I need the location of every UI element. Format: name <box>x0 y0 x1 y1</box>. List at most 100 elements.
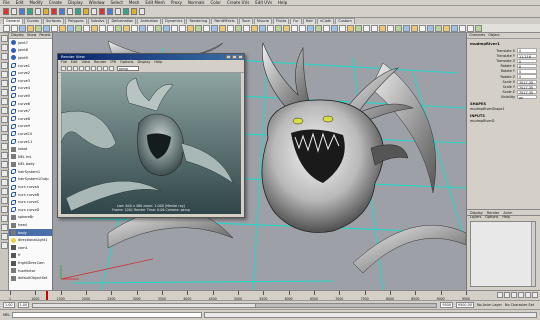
shelf-tool-icon[interactable] <box>331 24 338 32</box>
select-deform-button[interactable] <box>83 8 89 15</box>
outliner-item[interactable]: curve7 <box>9 107 52 115</box>
history-button[interactable] <box>115 8 121 15</box>
shelf-tool-icon[interactable] <box>299 24 306 32</box>
tool-icon[interactable] <box>1 116 8 123</box>
menu-color[interactable]: Color <box>211 0 221 5</box>
channel-value[interactable]: 7017.35 <box>517 84 537 90</box>
render-menu-help[interactable]: Help <box>154 60 162 65</box>
end-time-field[interactable]: 9500.00 <box>455 302 474 308</box>
tool-icon[interactable] <box>1 62 8 69</box>
channel-menu-channels[interactable]: Channels <box>469 33 485 38</box>
tool-icon[interactable] <box>1 125 8 132</box>
remove-image-icon[interactable] <box>109 66 114 71</box>
shelf-tool-icon[interactable] <box>371 24 378 32</box>
tool-icon[interactable] <box>1 233 8 240</box>
shelf-tool-icon[interactable] <box>235 24 242 32</box>
tool-icon[interactable] <box>1 80 8 87</box>
render-menu-options[interactable]: Options <box>120 60 134 65</box>
outliner-item[interactable]: curve5 <box>9 92 52 100</box>
shelf-tool-icon[interactable] <box>435 24 442 32</box>
outliner-item[interactable]: curve6 <box>9 100 52 108</box>
layer-menu-options[interactable]: Options <box>485 215 498 220</box>
outliner-item[interactable]: body <box>9 228 52 237</box>
shelf-tool-icon[interactable] <box>3 24 10 32</box>
channel-value[interactable]: 0 <box>517 58 537 64</box>
anim-layer-label[interactable]: No Anim Layer <box>477 303 502 307</box>
shelf-tool-icon[interactable] <box>243 24 250 32</box>
shelf-tool-icon[interactable] <box>227 24 234 32</box>
tool-icon[interactable] <box>1 134 8 141</box>
render-menu-display[interactable]: Display <box>138 60 151 65</box>
save-scene-button[interactable] <box>19 8 25 15</box>
shelf-tool-icon[interactable] <box>347 24 354 32</box>
command-input[interactable] <box>12 312 203 318</box>
shelf-tool-icon[interactable] <box>355 24 362 32</box>
new-scene-button[interactable] <box>3 8 9 15</box>
outliner-item[interactable]: joint9 <box>9 54 52 62</box>
render-menu-ipr[interactable]: IPR <box>110 60 116 65</box>
tool-icon[interactable] <box>1 71 8 78</box>
shelf-tool-icon[interactable] <box>259 24 266 32</box>
tool-icon[interactable] <box>1 215 8 222</box>
render-frame-button[interactable] <box>123 8 129 15</box>
shelf-tool-icon[interactable] <box>123 24 130 32</box>
render-region-icon[interactable] <box>73 66 78 71</box>
shelf-tool-icon[interactable] <box>363 24 370 32</box>
play-back-icon[interactable] <box>511 292 517 298</box>
shelf-tool-icon[interactable] <box>475 24 482 32</box>
redo-render-icon[interactable] <box>61 66 66 71</box>
menu-select[interactable]: Select <box>111 0 123 5</box>
outliner-item[interactable]: joint7 <box>9 39 52 47</box>
outliner-item[interactable]: curve2 <box>9 69 52 77</box>
outliner-item[interactable]: nurs curveB <box>9 191 52 199</box>
outliner-item[interactable]: curve9 <box>9 123 52 131</box>
shelf-tool-icon[interactable] <box>387 24 394 32</box>
shelf-tool-icon[interactable] <box>83 24 90 32</box>
shelf-tool-icon[interactable] <box>67 24 74 32</box>
render-view-window[interactable]: Render View File Edit View Render IPR Options… <box>57 53 245 218</box>
shelf-tool-icon[interactable] <box>411 24 418 32</box>
shelf-tool-icon[interactable] <box>339 24 346 32</box>
menu-edit[interactable]: Edit <box>16 0 24 5</box>
outliner-item[interactable]: hairSystem1Outp <box>9 176 52 184</box>
tool-icon[interactable] <box>1 179 8 186</box>
shelf-tool-icon[interactable] <box>291 24 298 32</box>
tool-icon[interactable] <box>1 188 8 195</box>
step-back-icon[interactable] <box>504 292 510 298</box>
tool-icon[interactable] <box>1 242 8 249</box>
select-object-button[interactable] <box>35 8 41 15</box>
shelf-tool-icon[interactable] <box>315 24 322 32</box>
tool-icon[interactable] <box>1 107 8 114</box>
shelf-tool-icon[interactable] <box>195 24 202 32</box>
shelf-tool-icon[interactable] <box>459 24 466 32</box>
shelf-tool-icon[interactable] <box>307 24 314 32</box>
real-size-icon[interactable] <box>97 66 102 71</box>
shelf-tool-icon[interactable] <box>155 24 162 32</box>
mel-label[interactable]: MEL <box>3 313 10 317</box>
tool-icon[interactable] <box>1 98 8 105</box>
range-bar[interactable] <box>32 302 438 308</box>
shelf-tool-icon[interactable] <box>267 24 274 32</box>
outliner-item[interactable]: directionalLight1 <box>9 236 52 244</box>
menu-proxy[interactable]: Proxy <box>171 0 182 5</box>
menu-create-uvs[interactable]: Create UVs <box>227 0 249 5</box>
menu-window[interactable]: Window <box>89 0 105 5</box>
tool-icon[interactable] <box>1 44 8 51</box>
shelf-tool-icon[interactable] <box>403 24 410 32</box>
render-menu-file[interactable]: File <box>61 60 67 65</box>
tool-icon[interactable] <box>1 197 8 204</box>
menu-file[interactable]: File <box>3 0 10 5</box>
tool-icon[interactable] <box>1 152 8 159</box>
shelf-tool-icon[interactable] <box>107 24 114 32</box>
tool-icon[interactable] <box>1 206 8 213</box>
outliner-item[interactable]: cam1 <box>9 244 52 252</box>
channel-menu-object[interactable]: Object <box>488 33 499 38</box>
outliner-item[interactable]: robot <box>9 145 52 153</box>
shelf-tool-icon[interactable] <box>419 24 426 32</box>
outliner-item[interactable]: nurs curveC <box>9 198 52 206</box>
shelf-tool-icon[interactable] <box>211 24 218 32</box>
keep-image-icon[interactable] <box>103 66 108 71</box>
outliner-item[interactable]: head <box>9 221 52 229</box>
playback-start-field[interactable]: 1.00 <box>17 302 30 308</box>
shelf-tool-icon[interactable] <box>131 24 138 32</box>
